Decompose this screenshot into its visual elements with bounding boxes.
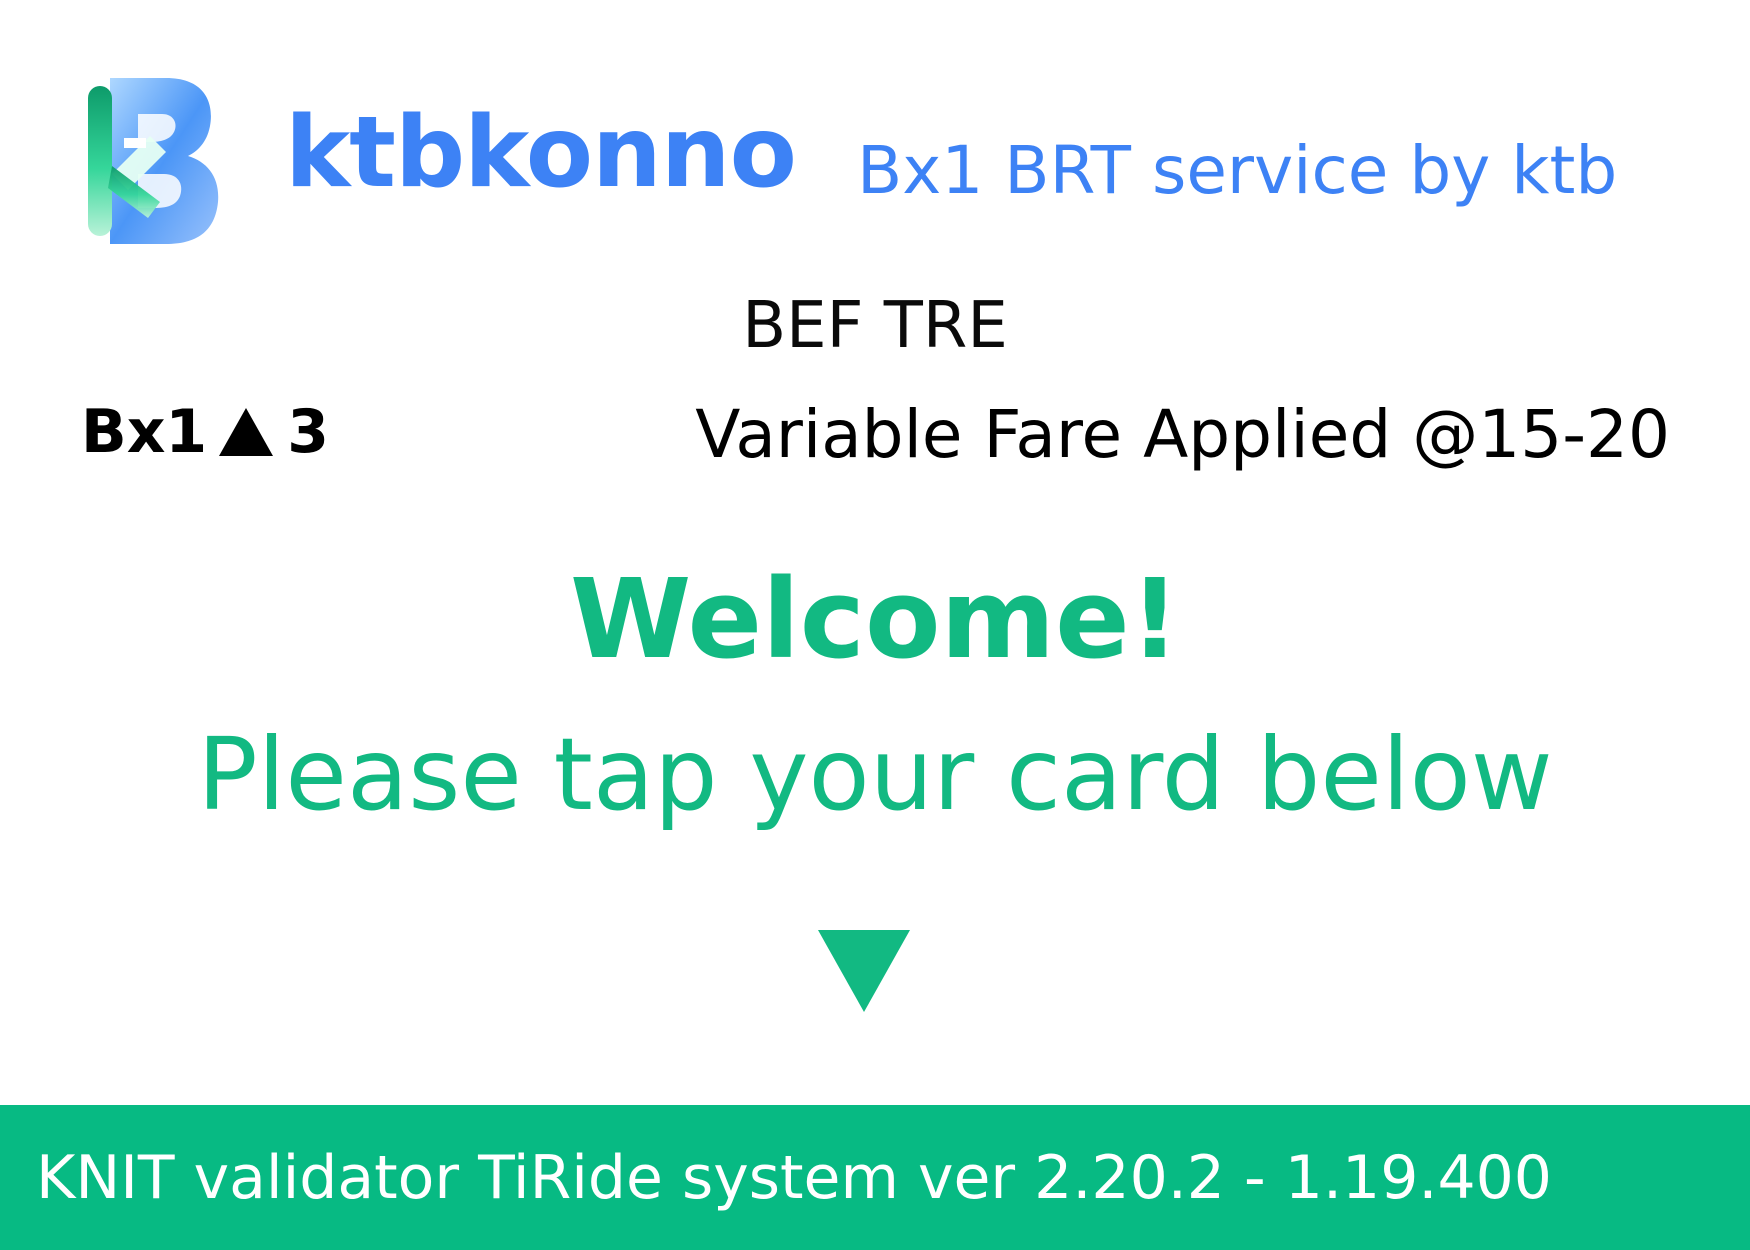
route-indicator: Bx1 3 <box>81 402 329 462</box>
brand-name: ktbkonno <box>285 96 797 210</box>
triangle-down-icon <box>818 930 910 1012</box>
welcome-heading: Welcome! <box>570 555 1180 683</box>
ktb-logo-icon <box>88 78 219 244</box>
brand-subtitle: Bx1 BRT service by ktb <box>857 132 1618 209</box>
current-stop-name: BEF TRE <box>742 289 1008 363</box>
footer-status-bar: KNIT validator TiRide system ver 2.20.2 … <box>0 1105 1750 1250</box>
route-number: 3 <box>287 397 329 467</box>
route-code: Bx1 <box>81 397 208 467</box>
tap-card-instruction: Please tap your card below <box>197 716 1553 833</box>
triangle-up-icon <box>219 408 274 456</box>
fare-notice: Variable Fare Applied @15-20 <box>695 396 1670 473</box>
system-version-info: KNIT validator TiRide system ver 2.20.2 … <box>36 1142 1552 1213</box>
